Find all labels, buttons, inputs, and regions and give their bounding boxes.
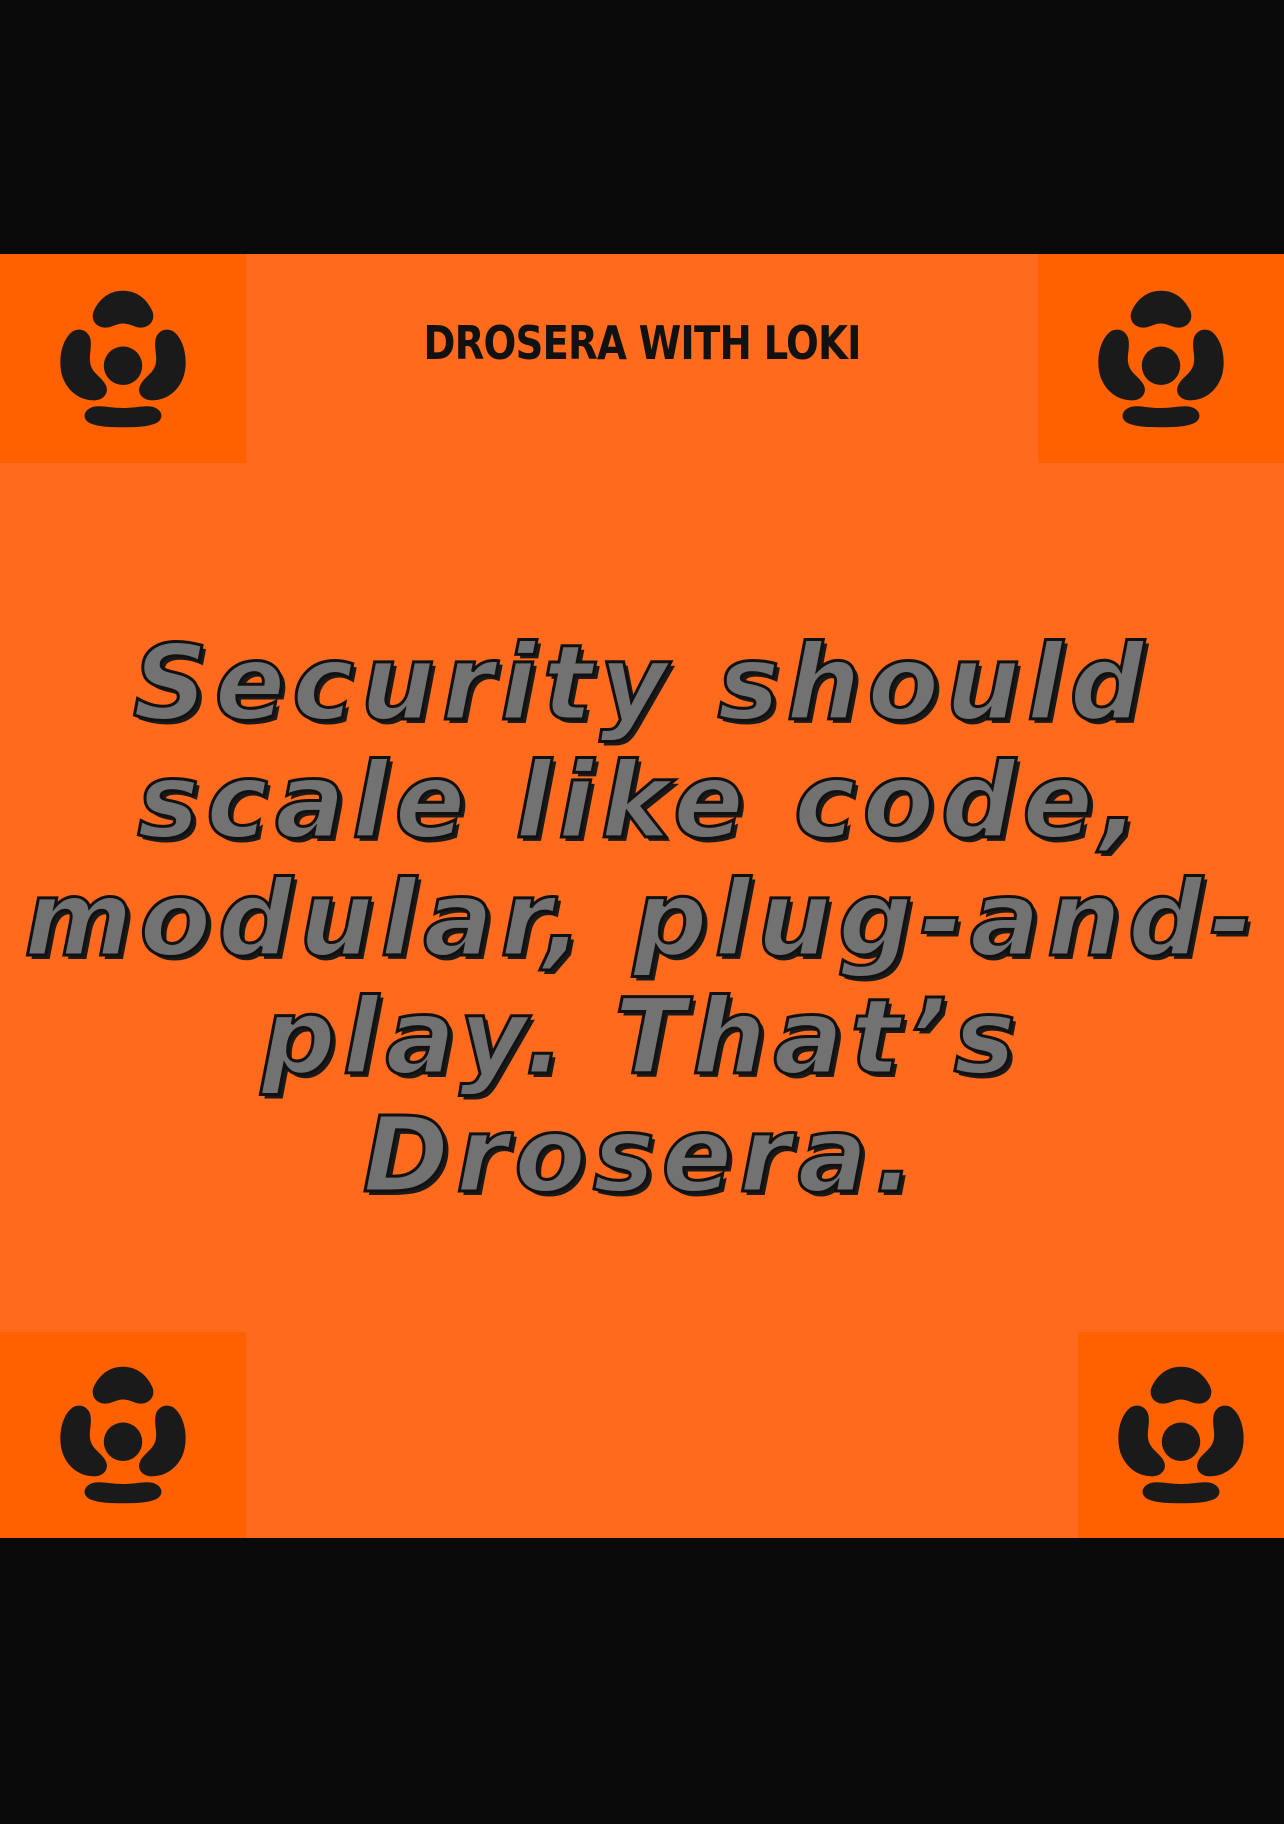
drosera-logo-icon [1098, 290, 1224, 427]
corner-tile-top-right [1038, 254, 1284, 463]
page: DROSERA WITH LOKI Security should scale … [0, 0, 1284, 1824]
quote-line: scale like code, [136, 740, 1147, 862]
quote-line: modular, plug-and- [23, 858, 1260, 980]
drosera-logo-icon [1118, 1366, 1244, 1504]
corner-tile-top-left [0, 254, 246, 463]
drosera-logo-icon [60, 290, 186, 427]
header-title: DROSERA WITH LOKI [423, 316, 861, 370]
corner-tile-bottom-left [0, 1332, 246, 1538]
quote-line: play. That’s [260, 976, 1023, 1098]
quote-line: Security should [131, 622, 1152, 744]
corner-tile-bottom-right [1078, 1332, 1284, 1538]
quote-line: Drosera. [361, 1094, 922, 1216]
drosera-logo-icon [60, 1366, 186, 1504]
quote-text: Security should scale like code, modular… [0, 622, 1284, 1216]
quote-card: DROSERA WITH LOKI Security should scale … [0, 254, 1284, 1538]
